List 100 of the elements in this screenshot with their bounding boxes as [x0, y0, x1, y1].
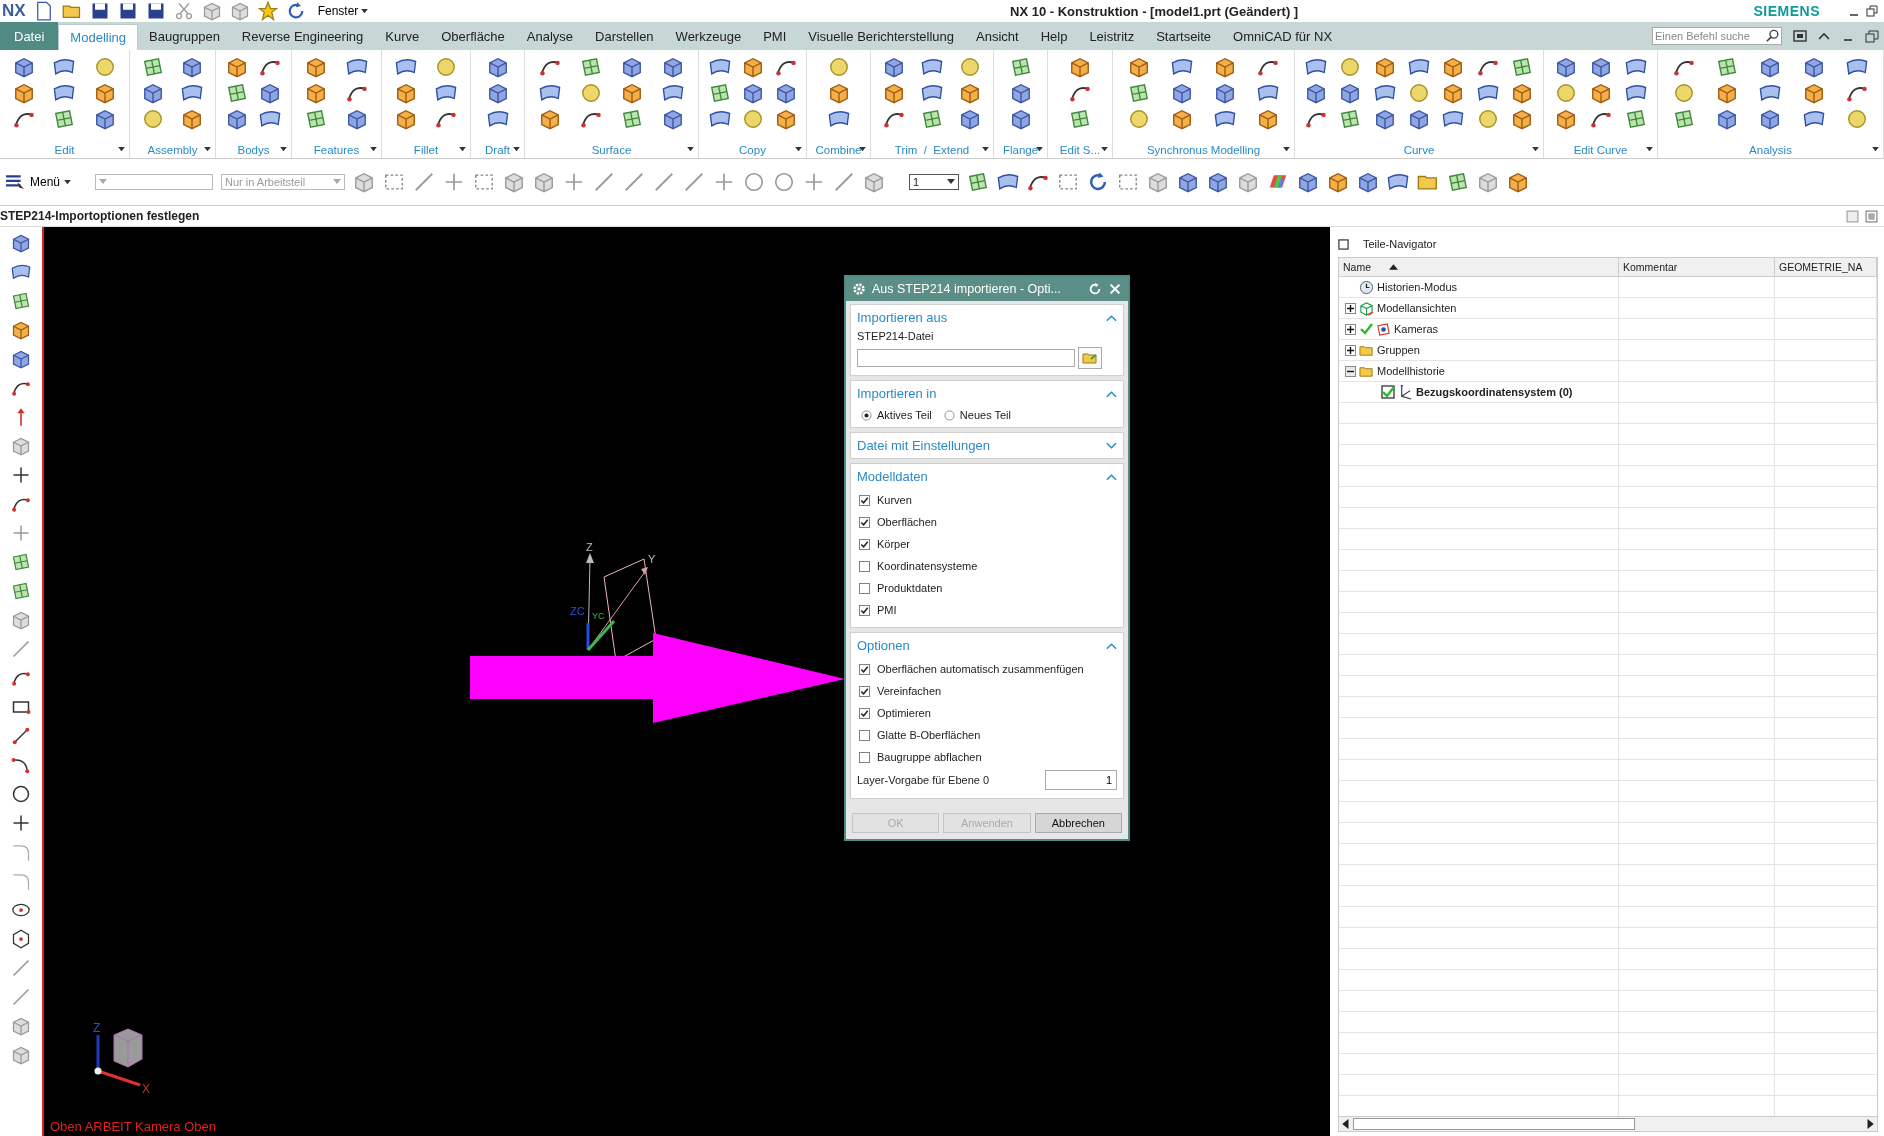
mesh-icon[interactable]: [305, 108, 328, 130]
checkbox[interactable]: [859, 516, 870, 528]
surface-icon[interactable]: [1305, 56, 1328, 78]
section-header[interactable]: Importieren aus: [857, 310, 948, 325]
block-icon[interactable]: [1127, 56, 1150, 78]
dropdown-icon[interactable]: [795, 147, 802, 152]
block-icon[interactable]: [1589, 82, 1612, 104]
block-icon[interactable]: [1327, 171, 1350, 193]
cube-icon[interactable]: [11, 233, 31, 253]
cube-icon[interactable]: [774, 82, 797, 104]
file-path-field[interactable]: [857, 349, 1075, 367]
dropdown-icon[interactable]: [204, 147, 211, 152]
dropdown-icon[interactable]: [1283, 147, 1290, 152]
surface-icon[interactable]: [1408, 56, 1430, 78]
dropdown-icon[interactable]: [982, 147, 989, 152]
block-icon[interactable]: [1716, 82, 1739, 104]
ribbon-tab[interactable]: Werkzeuge: [664, 22, 753, 50]
checkbox[interactable]: [859, 494, 870, 506]
menu-button[interactable]: Menü: [4, 173, 78, 191]
radio-button[interactable]: [861, 409, 872, 421]
cube-icon[interactable]: [959, 108, 981, 130]
ribbon-tab[interactable]: Startseite: [1145, 22, 1223, 50]
block-icon[interactable]: [1257, 108, 1280, 130]
mesh-icon[interactable]: [1447, 171, 1470, 193]
ribbon-tab[interactable]: OmniCAD für NX: [1222, 22, 1344, 50]
block-icon[interactable]: [883, 82, 905, 104]
hexagon-icon[interactable]: [11, 929, 31, 949]
mesh-icon[interactable]: [579, 56, 602, 78]
cube-icon[interactable]: [1147, 171, 1170, 193]
graphics-viewport[interactable]: [42, 227, 1330, 1136]
block-icon[interactable]: [1554, 108, 1577, 130]
cube-icon[interactable]: [621, 56, 644, 78]
block-icon[interactable]: [827, 82, 850, 104]
circle-icon[interactable]: [11, 784, 31, 804]
cube-icon[interactable]: [1305, 82, 1328, 104]
section-header[interactable]: Modelldaten: [857, 469, 928, 484]
tree-node[interactable]: Kameras: [1394, 323, 1439, 335]
tree-row[interactable]: Bezugskoordinatensystem (0): [1339, 382, 1877, 403]
dropdown-icon[interactable]: [1532, 147, 1539, 152]
section-header[interactable]: Importieren in: [857, 386, 937, 401]
ribbon-tab[interactable]: Ansicht: [965, 22, 1030, 50]
dropdown-icon[interactable]: [1101, 147, 1108, 152]
surface-icon[interactable]: [1846, 56, 1869, 78]
cube-icon[interactable]: [1297, 171, 1320, 193]
selection-frame-icon[interactable]: [1057, 171, 1080, 193]
ribbon-tab[interactable]: PMI: [752, 22, 798, 50]
cube-icon[interactable]: [503, 171, 526, 193]
horizontal-scrollbar[interactable]: [1339, 1116, 1877, 1131]
ribbon-tab[interactable]: Leistritz: [1078, 22, 1146, 50]
checkbox[interactable]: [859, 707, 870, 719]
block-icon[interactable]: [1442, 82, 1465, 104]
cube-icon[interactable]: [11, 1045, 31, 1065]
mesh-icon[interactable]: [921, 108, 943, 130]
cube-icon[interactable]: [1009, 82, 1032, 104]
tree-row[interactable]: Kameras: [1339, 319, 1877, 340]
cube-icon[interactable]: [1802, 56, 1825, 78]
cube-icon[interactable]: [533, 171, 556, 193]
surface-icon[interactable]: [345, 56, 368, 78]
dropdown-icon[interactable]: [118, 147, 125, 152]
ribbon-tab[interactable]: Datei: [0, 22, 59, 50]
ribbon-tab[interactable]: Baugruppen: [138, 22, 231, 50]
window-icon[interactable]: [1792, 28, 1808, 44]
surface-icon[interactable]: [1387, 171, 1410, 193]
cube-icon[interactable]: [11, 1016, 31, 1036]
dropdown-icon[interactable]: [280, 147, 287, 152]
sphere-icon[interactable]: [1339, 56, 1362, 78]
mesh-icon[interactable]: [225, 82, 248, 104]
ribbon-tab[interactable]: Help: [1029, 22, 1079, 50]
mesh-icon[interactable]: [53, 108, 76, 130]
search-icon[interactable]: [1766, 29, 1780, 43]
cube-icon[interactable]: [1214, 82, 1237, 104]
selection-frame-icon[interactable]: [1117, 171, 1140, 193]
restore-icon[interactable]: [1866, 5, 1878, 17]
layer-number-field[interactable]: 1: [1045, 770, 1117, 790]
block-icon[interactable]: [1214, 56, 1237, 78]
block-icon[interactable]: [1442, 56, 1465, 78]
mesh-icon[interactable]: [1510, 56, 1533, 78]
surface-icon[interactable]: [395, 56, 417, 78]
sphere-icon[interactable]: [1127, 108, 1150, 130]
surface-icon[interactable]: [1373, 82, 1396, 104]
mesh-icon[interactable]: [142, 56, 165, 78]
expand-icon[interactable]: [1345, 323, 1356, 335]
tree-node[interactable]: Bezugskoordinatensystem (0): [1416, 386, 1573, 398]
star-icon[interactable]: [257, 1, 278, 21]
column-header[interactable]: Name: [1339, 258, 1619, 276]
expand-icon[interactable]: [1345, 344, 1356, 356]
block-icon[interactable]: [305, 82, 328, 104]
checkbox[interactable]: [859, 729, 870, 741]
dropdown-icon[interactable]: [1646, 147, 1653, 152]
column-header[interactable]: GEOMETRIE_NA: [1775, 258, 1877, 276]
surface-icon[interactable]: [1476, 82, 1499, 104]
reset-icon[interactable]: [1088, 282, 1102, 296]
surface-icon[interactable]: [486, 108, 509, 130]
check-icon[interactable]: [1359, 322, 1373, 336]
sphere-icon[interactable]: [741, 108, 764, 130]
block-icon[interactable]: [395, 82, 417, 104]
block-icon[interactable]: [395, 108, 417, 130]
mesh-icon[interactable]: [11, 581, 31, 601]
cube-icon[interactable]: [180, 56, 203, 78]
cube-icon[interactable]: [93, 108, 116, 130]
